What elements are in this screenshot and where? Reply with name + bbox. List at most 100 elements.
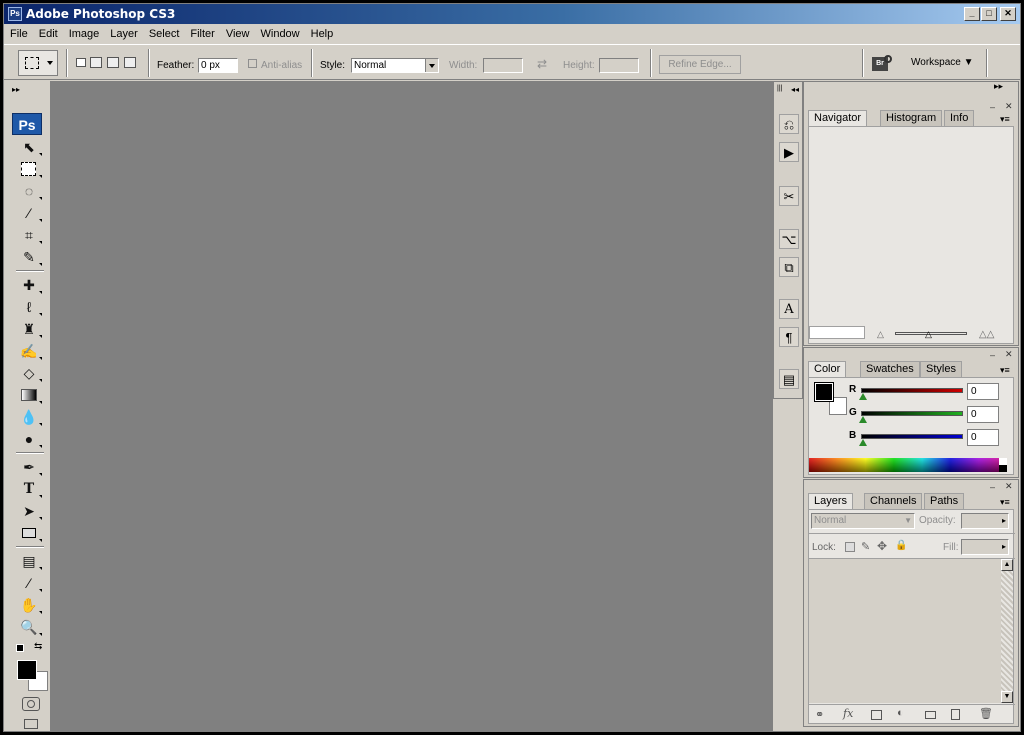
tab-paths[interactable]: Paths (924, 493, 965, 509)
tab-styles[interactable]: Styles (920, 361, 962, 377)
add-mask-icon[interactable] (871, 710, 882, 720)
color-spectrum-bar[interactable] (809, 458, 1007, 472)
new-layer-icon[interactable] (951, 709, 960, 720)
type-tool-icon[interactable]: T (18, 479, 42, 499)
grip-icon[interactable]: ||| (777, 85, 782, 92)
foreground-color-swatch[interactable] (814, 382, 834, 402)
notes-tool-icon[interactable]: ▤ (18, 551, 42, 571)
character-icon[interactable]: A (779, 299, 799, 319)
history-brush-tool-icon[interactable]: ✍ (18, 341, 42, 361)
lasso-tool-icon[interactable]: ◌ (18, 181, 42, 201)
layers-scrollbar[interactable]: ▲ ▼ (1001, 559, 1013, 703)
swap-colors-icon[interactable]: ⇆ (34, 641, 42, 652)
lock-position-icon[interactable]: ✥ (877, 539, 887, 553)
brush-tool-icon[interactable]: ℓ (18, 297, 42, 317)
tab-layers[interactable]: Layers ✕ (808, 493, 854, 520)
opacity-input[interactable]: ▸ (961, 513, 1009, 529)
add-selection-icon[interactable] (90, 57, 102, 68)
maximize-button[interactable]: □ (981, 7, 997, 21)
subtract-selection-icon[interactable] (107, 57, 119, 68)
link-layers-icon[interactable]: ⚭ (815, 708, 824, 721)
panel-menu-icon[interactable]: ▾≡ (1000, 497, 1010, 508)
screen-mode-icon[interactable] (24, 719, 38, 729)
width-input[interactable] (483, 58, 523, 73)
tab-info[interactable]: Info (944, 110, 975, 126)
minimize-button[interactable]: _ (964, 7, 980, 21)
bridge-button[interactable]: Br (872, 55, 894, 73)
panel-menu-icon[interactable]: ▾≡ (1000, 365, 1010, 376)
crop-tool-icon[interactable]: ⌗ (18, 225, 42, 245)
zoom-input[interactable] (809, 326, 865, 339)
red-slider-thumb[interactable] (859, 393, 867, 400)
green-slider[interactable] (861, 411, 963, 416)
actions-icon[interactable]: ▶ (779, 142, 799, 162)
photoshop-logo[interactable]: Ps (12, 113, 42, 135)
tab-color[interactable]: Color ✕ (808, 361, 847, 388)
tab-channels[interactable]: Channels (864, 493, 923, 509)
minimize-panel-icon[interactable]: – (990, 482, 995, 492)
expand-panel-icon[interactable]: ▸▸ (12, 85, 20, 94)
menu-filter[interactable]: Filter (184, 25, 219, 40)
red-slider[interactable] (861, 388, 963, 393)
feather-input[interactable]: 0 px (198, 58, 238, 73)
gradient-tool-icon[interactable] (18, 385, 42, 405)
foreground-color-swatch[interactable] (17, 660, 37, 680)
magic-wand-tool-icon[interactable]: ⁄ (18, 203, 42, 223)
marquee-tool-icon[interactable] (18, 159, 42, 179)
menu-layer[interactable]: Layer (104, 25, 143, 40)
trash-icon[interactable]: 🗑 (979, 707, 993, 720)
menu-edit[interactable]: Edit (33, 25, 63, 40)
green-input[interactable]: 0 (967, 406, 999, 423)
style-select[interactable]: Normal (351, 58, 439, 73)
zoom-tool-icon[interactable]: 🔍 (18, 617, 42, 637)
zoom-out-icon[interactable]: △ (877, 329, 884, 340)
menu-file[interactable]: File (4, 25, 33, 40)
lock-pixels-icon[interactable]: ✎ (861, 540, 870, 553)
red-input[interactable]: 0 (967, 383, 999, 400)
blue-slider[interactable] (861, 434, 963, 439)
dodge-tool-icon[interactable]: ● (18, 429, 42, 449)
height-input[interactable] (599, 58, 639, 73)
quick-mask-icon[interactable] (22, 697, 40, 711)
healing-brush-tool-icon[interactable]: ✚ (18, 275, 42, 295)
clone-source-icon[interactable]: ⧉ (779, 257, 799, 277)
menu-select[interactable]: Select (143, 25, 185, 40)
panel-grip-icon[interactable]: ▸▸ (994, 81, 1003, 92)
lock-all-icon[interactable]: 🔒 (895, 540, 907, 551)
menu-image[interactable]: Image (63, 25, 105, 40)
paragraph-icon[interactable]: ¶ (779, 327, 799, 347)
move-tool-icon[interactable]: ⬉ (18, 137, 42, 157)
clone-stamp-tool-icon[interactable]: ♜ (18, 319, 42, 339)
hand-tool-icon[interactable]: ✋ (18, 595, 42, 615)
collapse-panel-icon[interactable]: ◂◂ (791, 85, 799, 94)
history-icon[interactable]: ⎌ (779, 114, 799, 134)
panel-menu-icon[interactable]: ▾≡ (1000, 114, 1010, 125)
menu-view[interactable]: View (220, 25, 255, 40)
eraser-tool-icon[interactable]: ◇ (18, 363, 42, 383)
brushes-icon[interactable]: ⌥ (779, 229, 799, 249)
scroll-up-arrow-icon[interactable]: ▲ (1001, 559, 1013, 571)
refine-edge-button[interactable]: Refine Edge... (659, 55, 741, 74)
blue-input[interactable]: 0 (967, 429, 999, 446)
new-group-icon[interactable] (925, 711, 936, 719)
tool-presets-icon[interactable]: ✂ (779, 186, 799, 206)
blue-slider-thumb[interactable] (859, 439, 867, 446)
minimize-panel-icon[interactable]: – (990, 350, 995, 360)
minimize-panel-icon[interactable]: – (990, 102, 995, 112)
pen-tool-icon[interactable]: ✒ (18, 457, 42, 477)
close-panel-icon[interactable]: ✕ (1005, 349, 1013, 360)
slice-tool-icon[interactable]: ✎ (18, 247, 42, 267)
close-panel-icon[interactable]: ✕ (1005, 101, 1013, 112)
zoom-in-icon[interactable]: △△ (979, 329, 994, 340)
tab-histogram[interactable]: Histogram (880, 110, 943, 126)
green-slider-thumb[interactable] (859, 416, 867, 423)
zoom-slider-thumb[interactable]: △ (925, 329, 932, 340)
adjustment-layer-icon[interactable]: ◐ (897, 707, 904, 719)
tab-swatches[interactable]: Swatches (860, 361, 920, 377)
intersect-selection-icon[interactable] (124, 57, 136, 68)
default-colors-icon[interactable] (16, 644, 24, 652)
anti-alias-checkbox[interactable] (248, 59, 257, 68)
close-button[interactable]: ✕ (1000, 7, 1016, 21)
lock-transparency-icon[interactable] (845, 542, 855, 552)
eyedropper-tool-icon[interactable]: ⁄ (18, 573, 42, 593)
